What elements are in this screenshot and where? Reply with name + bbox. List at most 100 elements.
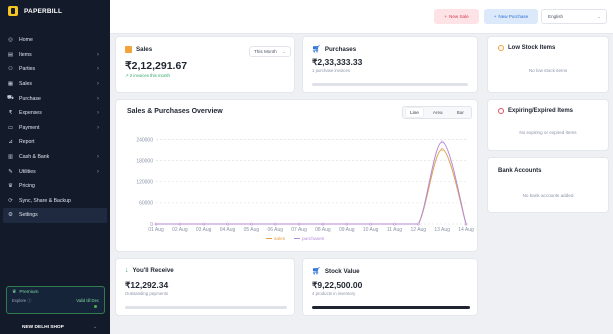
status-dot	[94, 305, 97, 308]
sidebar-item-home[interactable]: ◎ Home	[0, 33, 110, 48]
purchases-card: 🛒︎ Purchases ₹2,33,333.33 1 purchase inv…	[302, 36, 478, 93]
chevron-right-icon: ›	[97, 110, 99, 117]
sidebar-item-label: Parties	[19, 66, 36, 73]
sidebar-item-payment[interactable]: ▭ Payment ›	[0, 121, 110, 136]
home-icon: ◎	[8, 37, 13, 44]
sync-icon: ⟳	[8, 197, 13, 204]
data-point-purchases	[440, 140, 444, 144]
sidebar-item-parties[interactable]: ⚇ Parties ›	[0, 62, 110, 77]
stock-amount: ₹9,22,500.00	[312, 280, 363, 290]
premium-icon: ♛	[12, 290, 17, 295]
chevron-right-icon: ›	[97, 124, 99, 131]
premium-status: Valid till Dec	[76, 298, 99, 303]
new-sale-button[interactable]: + New Sale	[434, 9, 479, 24]
arrow-down-icon: ↓	[125, 267, 129, 274]
x-tick-label: 01 Aug	[148, 227, 164, 233]
sidebar-item-purchase[interactable]: ⛟ Purchase ›	[0, 91, 110, 106]
sidebar-item-cash-bank[interactable]: ▥ Cash & Bank ›	[0, 150, 110, 165]
expiring-empty: No expiring or expired items	[519, 130, 577, 135]
premium-plan: Explore ⓘ	[12, 298, 32, 303]
sidebar-item-settings[interactable]: ⚙ Settings	[3, 208, 107, 223]
utilities-icon: ✎	[8, 168, 13, 175]
data-point-sales	[440, 147, 444, 151]
x-tick-label: 02 Aug	[172, 227, 188, 233]
chevron-right-icon: ›	[97, 154, 99, 161]
chevron-down-icon: ⌄	[93, 324, 98, 330]
chevron-right-icon: ›	[97, 51, 99, 58]
stock-title: Stock Value	[324, 267, 360, 275]
brand[interactable]: PAPERBILL	[0, 0, 110, 22]
sidebar-item-label: Home	[19, 37, 33, 44]
receive-sub: Outstanding payments	[125, 291, 168, 296]
sidebar-item-sync-share-backup[interactable]: ⟳ Sync, Share & Backup	[0, 194, 110, 209]
sidebar-item-expenses[interactable]: ₹ Expenses ›	[0, 106, 110, 121]
data-point-purchases	[202, 222, 205, 226]
sidebar-item-label: Payment	[19, 124, 40, 131]
sales-icon	[125, 46, 132, 53]
clock-icon	[498, 108, 504, 114]
sidebar-item-pricing[interactable]: ♛ Pricing	[0, 179, 110, 194]
premium-title: Premium	[19, 290, 39, 295]
x-tick-label: 04 Aug	[220, 227, 236, 233]
sidebar-item-label: Sync, Share & Backup	[19, 197, 71, 204]
y-tick-label: 120000	[136, 180, 153, 186]
language-value: English	[548, 14, 564, 19]
receive-amount: ₹12,292.34	[125, 280, 169, 290]
sidebar-item-label: Sales	[19, 81, 32, 88]
sidebar-item-sales[interactable]: ▦ Sales ›	[0, 77, 110, 92]
sidebar-item-items[interactable]: ▤ Items ›	[0, 48, 110, 63]
sidebar-item-label: Utilities	[19, 168, 36, 175]
y-tick-label: 180000	[136, 158, 153, 164]
low-stock-empty: No low stock items	[528, 68, 568, 73]
series-line-sales	[156, 148, 467, 225]
chevron-right-icon: ›	[97, 168, 99, 175]
data-point-purchases	[178, 222, 182, 226]
report-icon: ⊿	[8, 139, 13, 146]
users-icon: ⚇	[8, 66, 13, 73]
shop-name: NEW DELHI SHOP	[22, 324, 64, 330]
new-purchase-label: New Purchase	[498, 14, 529, 19]
period-select[interactable]: This Month ⌄	[249, 46, 291, 57]
premium-panel[interactable]: ♛ Premium Explore ⓘ Valid till Dec	[6, 286, 105, 314]
data-point-purchases	[273, 222, 277, 226]
low-stock-title: Low Stock Items	[508, 45, 556, 51]
x-tick-label: 03 Aug	[196, 227, 212, 233]
sidebar-nav: ◎ Home ▤ Items › ⚇ Parties › ▦ Sales › ⛟ Purchase › ₹ E…	[0, 33, 110, 223]
gear-icon: ⚙	[8, 212, 13, 219]
data-point-purchases	[369, 222, 372, 226]
chevron-right-icon: ›	[97, 66, 99, 73]
cart-icon: ⛟	[7, 95, 14, 102]
x-tick-label: 08 Aug	[315, 227, 331, 233]
sidebar-item-utilities[interactable]: ✎ Utilities ›	[0, 164, 110, 179]
plus-icon: +	[444, 14, 447, 19]
low-stock-card: Low Stock Items No low stock items	[487, 36, 609, 93]
receive-title: You'll Receive	[132, 267, 174, 274]
plus-icon: +	[493, 14, 497, 19]
data-point-purchases	[345, 222, 349, 226]
sidebar-item-label: Pricing	[19, 183, 35, 190]
bank-empty: No bank accounts added	[522, 193, 574, 198]
x-tick-label: 13 Aug	[434, 227, 450, 233]
x-tick-label: 09 Aug	[339, 227, 355, 233]
expiring-title: Expiring/Expired Items	[508, 108, 574, 114]
sales-icon: ▦	[7, 81, 14, 88]
x-tick-label: 10 Aug	[363, 227, 379, 233]
sidebar-item-report[interactable]: ⊿ Report	[0, 135, 110, 150]
language-select[interactable]: English ⌄	[541, 9, 607, 24]
purchases-sub: 1 purchase invoices	[312, 68, 350, 73]
data-point-purchases	[417, 222, 420, 226]
x-tick-label: 07 Aug	[291, 227, 307, 233]
stock-card: 🛒︎ Stock Value ₹9,22,500.00 4 products i…	[302, 258, 478, 316]
topbar: + New Sale + New Purchase English ⌄	[110, 0, 613, 34]
legend-label-purchases: purchases	[302, 236, 325, 242]
sales-card: Sales This Month ⌄ ₹2,12,291.67 ↗ 2 invo…	[115, 36, 295, 93]
cart-icon: 🛒︎	[312, 268, 321, 275]
bank-card: Bank Accounts No bank accounts added	[487, 157, 609, 213]
overview-card: Sales & Purchases Overview Line Area Bar…	[115, 99, 478, 252]
sidebar-item-label: Cash & Bank	[19, 154, 50, 161]
x-tick-label: 06 Aug	[267, 227, 283, 233]
shop-selector[interactable]: NEW DELHI SHOP ⌄	[0, 320, 110, 334]
new-purchase-button[interactable]: + New Purchase	[484, 9, 538, 24]
data-point-purchases	[393, 222, 396, 226]
sidebar-item-label: Settings	[19, 212, 38, 219]
